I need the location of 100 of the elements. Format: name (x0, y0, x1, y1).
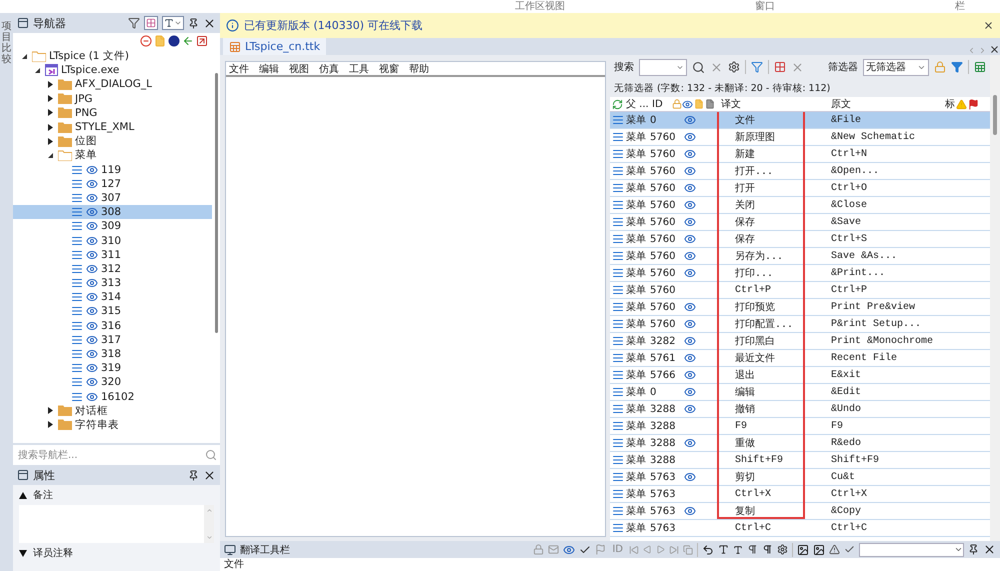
collapse-icon[interactable] (34, 66, 40, 74)
table-row[interactable]: 菜单 5760 关闭 &Close (610, 197, 990, 214)
expand-icon[interactable] (46, 95, 54, 102)
table-row[interactable]: 菜单 5760 打印配置... P&rint Setup... (610, 316, 990, 333)
settings-icon[interactable] (728, 61, 740, 73)
grid-view-button[interactable] (144, 16, 158, 30)
table-row[interactable]: 菜单 5760 打印... &Print... (610, 265, 990, 282)
pin-icon[interactable] (188, 470, 199, 480)
menu-label[interactable]: 工作区视图 (515, 0, 755, 13)
font-smaller-icon[interactable] (733, 544, 743, 554)
tree-item[interactable]: AFX_DIALOG_L (13, 77, 212, 92)
document-tab[interactable]: LTspice_cn.ttk (223, 38, 326, 55)
table-row[interactable]: 菜单 5763 复制 &Copy (610, 503, 990, 520)
tree-item[interactable]: 位图 (13, 134, 212, 148)
table-row[interactable]: 菜单 5763 剪切 Cu&t (610, 469, 990, 486)
scrollbar[interactable] (990, 55, 1000, 541)
undo-icon[interactable] (702, 544, 714, 556)
collapse-icon[interactable] (46, 152, 54, 159)
tree-item[interactable]: 314 (13, 290, 212, 304)
filter-icon[interactable] (951, 61, 963, 73)
tree-item[interactable]: LTspice.exe (13, 63, 212, 78)
table-row[interactable]: 菜单 5760 另存为... Save &As... (610, 248, 990, 265)
minus-icon[interactable] (140, 35, 152, 47)
column-header[interactable]: 原文 (831, 97, 851, 111)
table-row[interactable]: 菜单 5763 Ctrl+C Ctrl+C (610, 520, 990, 537)
table-row[interactable]: 菜单 0 编辑 &Edit (610, 384, 990, 401)
tree-item[interactable]: 311 (13, 248, 212, 262)
search-field[interactable]: 搜索导航栏... (13, 445, 220, 465)
menu-item[interactable]: 仿真 (319, 62, 339, 76)
font-dropdown[interactable] (162, 16, 184, 30)
filter-icon[interactable] (128, 17, 140, 29)
menu-item[interactable]: 视图 (289, 62, 309, 76)
tree-item[interactable]: 菜单 (13, 148, 212, 162)
table-row[interactable]: 菜单 5760 新原理图 &New Schematic (610, 129, 990, 146)
column-header[interactable]: 译文 (721, 97, 741, 111)
tree-item[interactable]: 319 (13, 361, 212, 376)
table-row[interactable]: 菜单 5766 退出 E&xit (610, 367, 990, 384)
table-row[interactable]: 菜单 3288 F9 F9 (610, 418, 990, 435)
expand-icon[interactable] (46, 109, 54, 116)
tree-item[interactable]: 字符串表 (13, 418, 212, 432)
eye-icon[interactable] (563, 544, 576, 556)
close-icon[interactable] (983, 20, 994, 31)
menu-item[interactable]: 视窗 (379, 62, 399, 76)
table-row[interactable]: 菜单 5760 打开... &Open... (610, 163, 990, 180)
tree-item[interactable]: 119 (13, 162, 212, 177)
font-larger-icon[interactable] (718, 544, 729, 555)
expand-icon[interactable] (46, 421, 54, 428)
tree-item[interactable]: 127 (13, 176, 212, 191)
tree-item[interactable]: 312 (13, 262, 212, 276)
check-icon[interactable] (579, 544, 592, 556)
grid-icon[interactable] (774, 61, 786, 73)
table-row[interactable]: 菜单 5760 保存 Ctrl+S (610, 231, 990, 248)
check-icon[interactable] (844, 544, 855, 555)
filter-icon[interactable] (751, 61, 763, 73)
table-row[interactable]: 菜单 5760 打印预览 Print Pre&view (610, 299, 990, 316)
column-header[interactable]: 父 ... (626, 97, 649, 111)
table-row[interactable]: 菜单 5760 新建 Ctrl+N (610, 146, 990, 163)
collapse-icon[interactable] (20, 52, 28, 60)
menu-item[interactable]: 帮助 (409, 62, 429, 76)
warning-icon[interactable] (829, 544, 840, 555)
tree-item[interactable]: 313 (13, 276, 212, 290)
image-icon[interactable] (813, 544, 825, 556)
column-header[interactable]: 标 (945, 97, 955, 111)
side-tab[interactable]: 项目比较 (2, 21, 12, 571)
scrollbar[interactable] (215, 73, 218, 333)
close-icon[interactable] (989, 44, 1000, 55)
tree-item[interactable]: 对话框 (13, 404, 212, 418)
close-icon[interactable] (203, 468, 216, 482)
table-row[interactable]: 菜单 5763 Ctrl+X Ctrl+X (610, 486, 990, 503)
arrow-icon[interactable] (182, 35, 194, 47)
refresh-icon[interactable] (612, 98, 623, 110)
filter-dropdown[interactable]: 无筛选器 (863, 58, 929, 76)
menu-item[interactable]: 编辑 (259, 62, 279, 76)
tree-item[interactable]: 316 (13, 318, 212, 333)
table-row[interactable]: 菜单 5760 Ctrl+P Ctrl+P (610, 282, 990, 299)
table-row[interactable]: 菜单 3288 Shift+F9 Shift+F9 (610, 452, 990, 469)
tree-item[interactable]: 315 (13, 304, 212, 319)
table-row[interactable]: 菜单 5760 打开 Ctrl+O (610, 180, 990, 197)
column-header[interactable]: ID (652, 98, 663, 110)
tree-item[interactable]: 16102 (13, 390, 212, 404)
tree-item[interactable]: 307 (13, 190, 212, 206)
expand-icon[interactable] (46, 138, 54, 145)
pin-icon[interactable] (188, 18, 199, 28)
pilcrow-icon[interactable] (747, 544, 758, 555)
close-icon[interactable] (983, 543, 996, 556)
tree-item[interactable]: STYLE_XML (13, 120, 212, 134)
tree-item[interactable]: 317 (13, 332, 212, 347)
tree-item[interactable]: 320 (13, 375, 212, 390)
pilcrow-icon[interactable] (762, 544, 773, 555)
table-row[interactable]: 菜单 5761 最近文件 Recent File (610, 350, 990, 367)
section-header[interactable]: 备注 (19, 487, 214, 503)
expand-icon[interactable] (46, 124, 54, 131)
table-row[interactable]: 菜单 3288 撤销 &Undo (610, 401, 990, 418)
settings-icon[interactable] (777, 544, 788, 555)
tree-item[interactable]: 308 (13, 205, 212, 220)
tree-item[interactable]: JPG (13, 92, 212, 106)
search-icon[interactable] (692, 60, 705, 74)
notes-field[interactable] (19, 505, 214, 543)
close-icon[interactable] (203, 16, 216, 30)
table-row[interactable]: 菜单 3282 打印黑白 Print &Monochrome (610, 333, 990, 350)
